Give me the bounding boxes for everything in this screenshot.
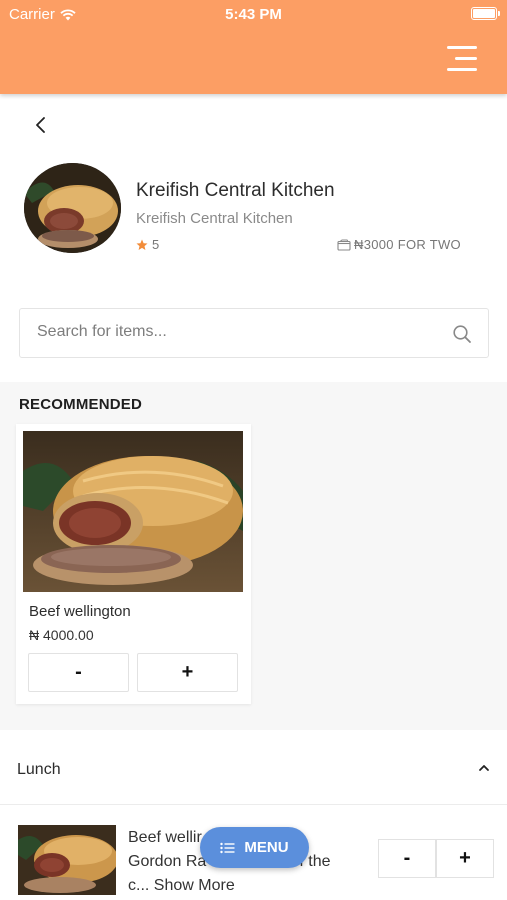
description-line-2: Gordon Ra [128, 853, 207, 870]
back-button[interactable] [30, 114, 54, 138]
search-bar [19, 308, 489, 358]
menu-icon-bar-bottom [447, 68, 477, 71]
description-line-1: Beef wellir [128, 829, 202, 846]
price-for-two-label: ₦3000 FOR TWO [354, 237, 461, 252]
search-input[interactable] [37, 323, 437, 341]
beef-wellington-image [23, 431, 243, 592]
menu-fab-button[interactable]: MENU [200, 827, 309, 868]
category-title: Lunch [17, 761, 61, 778]
search-icon[interactable] [452, 324, 472, 344]
rating-value: 5 [152, 237, 160, 252]
status-time: 5:43 PM [225, 6, 282, 23]
beef-wellington-image [18, 825, 116, 895]
app-header: Carrier 5:43 PM [0, 0, 507, 94]
chevron-left-icon [36, 117, 45, 133]
item-image [18, 825, 116, 895]
increase-quantity-button[interactable]: + [436, 839, 494, 878]
decrease-quantity-button[interactable]: - [28, 653, 129, 692]
increase-quantity-button[interactable]: + [137, 653, 238, 692]
restaurant-title: Kreifish Central Kitchen [136, 180, 335, 201]
menu-icon-bar-top [447, 46, 477, 49]
chevron-up-icon [479, 765, 489, 771]
item-image [23, 431, 243, 592]
recommended-heading: RECOMMENDED [19, 396, 143, 413]
restaurant-rating: 5 [136, 237, 159, 252]
beef-wellington-image [24, 163, 121, 253]
menu-fab-label: MENU [244, 839, 289, 856]
list-icon [220, 842, 235, 853]
restaurant-price: ₦3000 FOR TWO [337, 237, 461, 252]
status-bar: Carrier 5:43 PM [0, 0, 507, 28]
restaurant-subtitle: Kreifish Central Kitchen [136, 210, 293, 227]
show-more-link[interactable]: Show More [154, 877, 235, 894]
hamburger-menu-button[interactable] [443, 44, 477, 74]
item-name: Beef wellington [29, 603, 131, 620]
star-icon [136, 239, 148, 250]
category-header-lunch[interactable]: Lunch [0, 735, 507, 805]
item-price: ₦ 4000.00 [29, 627, 94, 643]
wallet-icon [337, 239, 351, 251]
restaurant-avatar [24, 163, 121, 253]
recommended-item-card[interactable]: Beef wellington ₦ 4000.00 - + [16, 424, 251, 704]
battery-icon [471, 7, 500, 20]
menu-icon-bar-middle [455, 57, 477, 60]
decrease-quantity-button[interactable]: - [378, 839, 436, 878]
description-line-3: c... [128, 877, 150, 894]
